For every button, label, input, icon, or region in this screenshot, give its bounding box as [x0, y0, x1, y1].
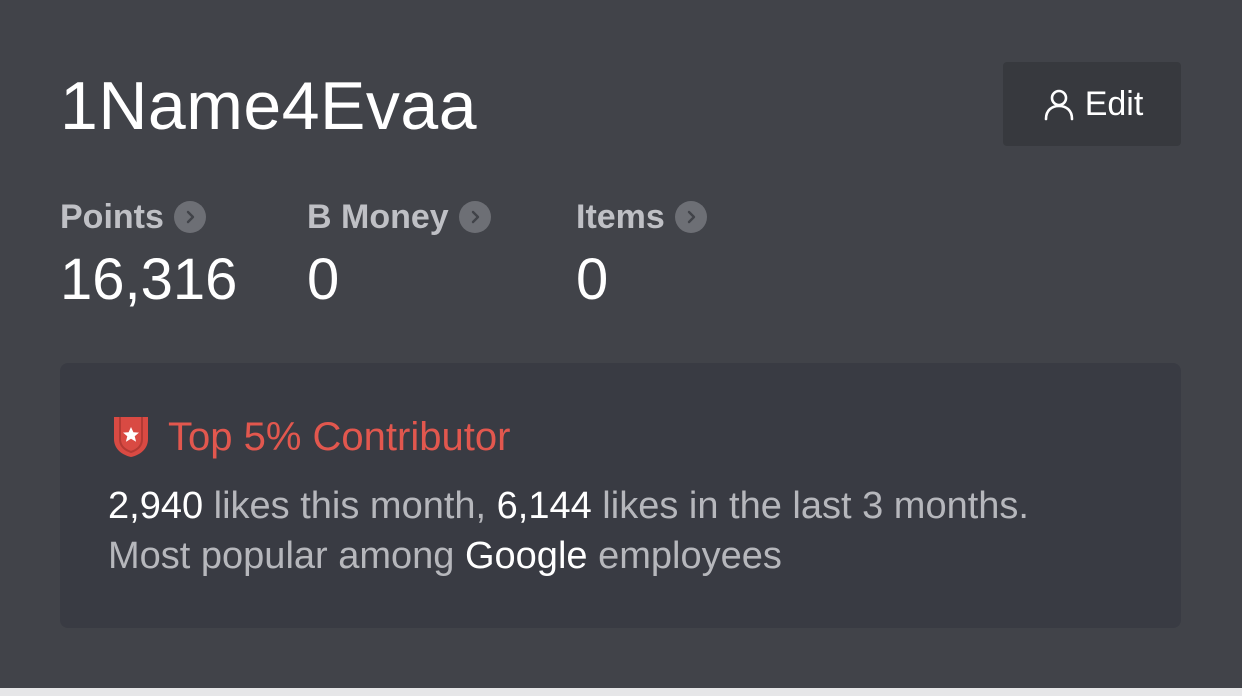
stat-items-header[interactable]: Items: [576, 196, 707, 238]
stat-label: Items: [576, 198, 665, 236]
likes-month-count: 2,940: [108, 485, 204, 527]
stat-value: 16,316: [60, 247, 238, 312]
stat-b-money: B Money 0: [307, 196, 491, 312]
stat-value: 0: [307, 247, 340, 312]
user-icon: [1044, 89, 1074, 121]
bottom-divider: [0, 688, 1242, 696]
contributor-description: 2,940 likes this month, 6,144 likes in t…: [108, 481, 1108, 581]
stat-items: Items 0: [576, 196, 707, 312]
company-name: Google: [464, 535, 588, 577]
chevron-right-icon: [458, 201, 491, 233]
chevron-right-icon: [674, 201, 707, 233]
edit-button-label: Edit: [1084, 85, 1144, 123]
description-text: likes this month,: [203, 485, 497, 527]
likes-3-months-count: 6,144: [496, 485, 592, 527]
stat-label: B Money: [307, 198, 449, 236]
chevron-right-icon: [173, 201, 206, 233]
contributor-header: Top 5% Contributor: [112, 413, 510, 461]
edit-profile-button[interactable]: Edit: [1003, 62, 1181, 146]
stat-label: Points: [60, 198, 164, 236]
profile-username: 1Name4Evaa: [60, 68, 478, 144]
stat-value: 0: [576, 247, 609, 312]
stat-b-money-header[interactable]: B Money: [307, 196, 491, 238]
description-text: employees: [587, 535, 782, 577]
contributor-card: Top 5% Contributor 2,940 likes this mont…: [60, 363, 1181, 628]
contributor-title: Top 5% Contributor: [168, 415, 511, 459]
stat-points: Points 16,316: [60, 196, 237, 312]
shield-star-icon: [114, 417, 148, 457]
stat-points-header[interactable]: Points: [60, 196, 237, 238]
